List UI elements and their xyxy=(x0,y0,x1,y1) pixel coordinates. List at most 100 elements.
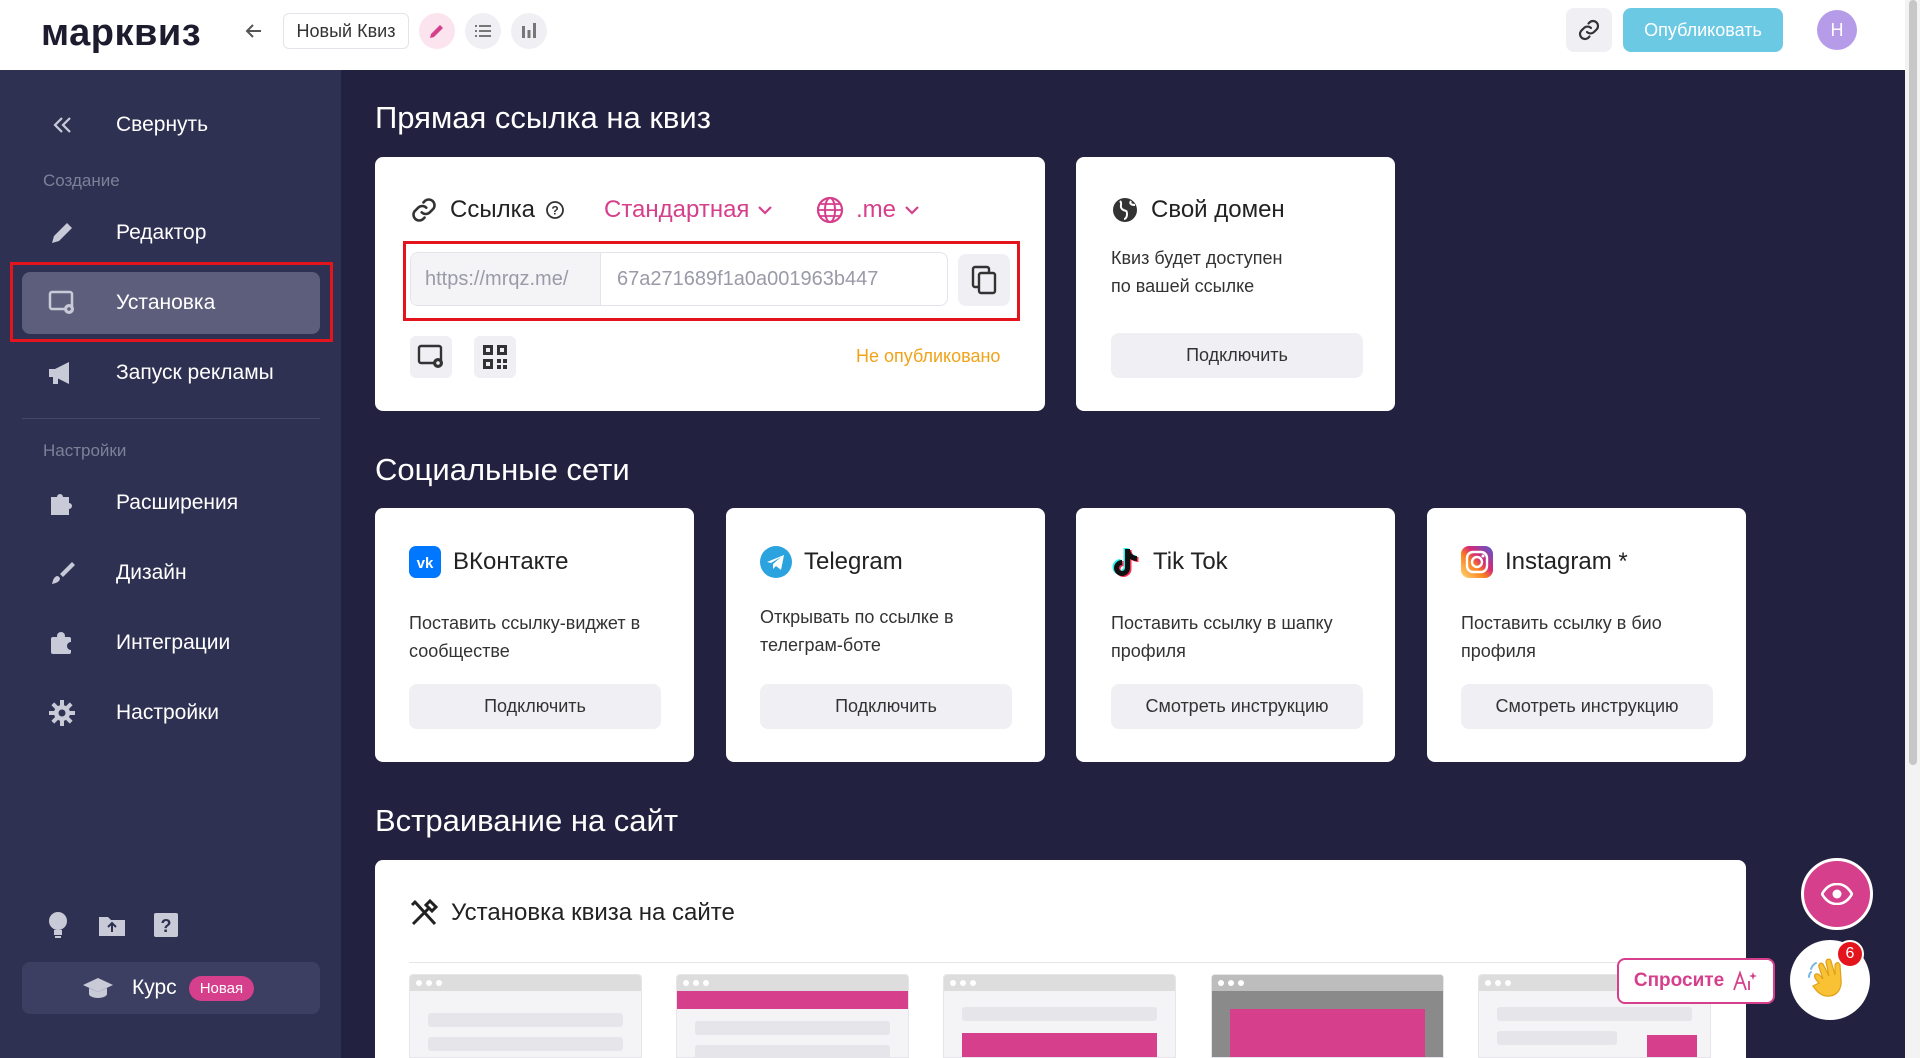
instagram-text-line1: Поставить ссылку в био xyxy=(1461,613,1662,633)
vk-title: vk ВКонтакте xyxy=(409,546,569,578)
embed-heading: Встраивание на сайт xyxy=(375,803,679,838)
eye-icon xyxy=(1821,883,1853,905)
own-domain-text: Квиз будет доступен по вашей ссылке xyxy=(1111,244,1283,300)
qr-code-button[interactable] xyxy=(474,336,516,378)
embed-title-label: Установка квиза на сайте xyxy=(451,899,735,926)
ai-sparkle-icon xyxy=(1732,970,1758,992)
sidebar-item-editor[interactable]: Редактор xyxy=(22,202,320,264)
embed-preview-banner[interactable] xyxy=(676,974,909,1058)
globe-filled-icon xyxy=(1111,196,1139,224)
publish-button[interactable]: Опубликовать xyxy=(1623,8,1783,52)
embed-preview-button[interactable] xyxy=(943,974,1176,1058)
tiktok-instructions-button[interactable]: Смотреть инструкцию xyxy=(1111,684,1363,729)
link-icon[interactable] xyxy=(1566,8,1612,52)
logo[interactable]: марквиз xyxy=(41,12,201,55)
telegram-text: Открывать по ссылке в телеграм-боте xyxy=(760,603,954,659)
megaphone-icon xyxy=(42,360,82,386)
tiktok-title: Tik Tok xyxy=(1111,546,1228,578)
telegram-text-line1: Открывать по ссылке в xyxy=(760,607,954,627)
sidebar-section-create: Создание xyxy=(43,171,120,190)
svg-text:vk: vk xyxy=(417,555,434,572)
sidebar-item-design[interactable]: Дизайн xyxy=(22,542,320,604)
link-title-label: Ссылка xyxy=(450,196,535,223)
highlight-box xyxy=(403,241,1020,321)
vk-connect-button[interactable]: Подключить xyxy=(409,684,661,729)
upload-folder-icon[interactable] xyxy=(97,910,127,940)
puzzle-icon xyxy=(42,489,82,517)
ask-ai-label: Спросите xyxy=(1633,970,1725,991)
tiktok-title-label: Tik Tok xyxy=(1153,548,1228,575)
own-domain-title: Свой домен xyxy=(1111,196,1285,224)
chevron-down-icon xyxy=(904,204,920,216)
own-domain-text-line1: Квиз будет доступен xyxy=(1111,248,1283,268)
instagram-text-line2: профиля xyxy=(1461,641,1536,661)
link-type-label: Стандартная xyxy=(604,196,750,223)
instagram-instructions-button[interactable]: Смотреть инструкцию xyxy=(1461,684,1713,729)
course-label: Курс xyxy=(132,976,177,999)
telegram-connect-button[interactable]: Подключить xyxy=(760,684,1012,729)
vk-icon: vk xyxy=(409,546,441,578)
sidebar-item-ads[interactable]: Запуск рекламы xyxy=(22,342,320,404)
sidebar-collapse[interactable]: Свернуть xyxy=(22,94,320,156)
quiz-title[interactable]: Новый Квиз xyxy=(283,13,409,49)
own-domain-title-label: Свой домен xyxy=(1151,196,1285,223)
svg-text:?: ? xyxy=(161,916,172,936)
chevron-down-icon xyxy=(757,204,773,216)
course-button[interactable]: Курс Новая xyxy=(22,962,320,1014)
ask-ai-button[interactable]: Спросите xyxy=(1617,958,1775,1004)
embed-preview-popup[interactable] xyxy=(1211,974,1444,1058)
qr-code-icon xyxy=(482,344,508,370)
social-heading: Социальные сети xyxy=(375,452,630,487)
tools-icon xyxy=(409,898,439,928)
embed-divider xyxy=(409,962,1712,963)
list-icon[interactable] xyxy=(465,13,501,49)
embed-preview-inline[interactable] xyxy=(409,974,642,1058)
sidebar-item-label: Настройки xyxy=(116,701,219,724)
tiktok-icon xyxy=(1111,546,1141,578)
sidebar-item-label: Расширения xyxy=(116,491,239,514)
publish-status: Не опубликовано xyxy=(856,346,1001,366)
own-domain-text-line2: по вашей ссылке xyxy=(1111,276,1255,296)
sidebar-item-label: Дизайн xyxy=(116,561,187,584)
vk-text-line2: сообществе xyxy=(409,641,510,661)
link-type-dropdown[interactable]: Стандартная xyxy=(604,196,773,224)
vk-text: Поставить ссылку-виджет в сообществе xyxy=(409,609,640,665)
instagram-icon xyxy=(1461,546,1493,578)
lightbulb-icon[interactable] xyxy=(43,910,73,940)
back-arrow-icon[interactable] xyxy=(236,13,272,49)
domain-zone-dropdown[interactable]: .me xyxy=(816,196,920,224)
widget-settings-button[interactable] xyxy=(410,336,452,378)
top-bar: марквиз Новый Квиз Опубликовать Н xyxy=(0,0,1920,70)
avatar[interactable]: Н xyxy=(1817,10,1857,50)
domain-zone-label: .me xyxy=(856,196,897,223)
vk-text-line1: Поставить ссылку-виджет в xyxy=(409,613,641,633)
stats-icon[interactable] xyxy=(511,13,547,49)
sidebar-item-extensions[interactable]: Расширения xyxy=(22,472,320,534)
sidebar-divider xyxy=(22,418,320,419)
help-icon[interactable]: ? xyxy=(151,910,181,940)
pencil-icon xyxy=(42,219,82,247)
notification-badge: 6 xyxy=(1836,940,1864,968)
sidebar-item-settings[interactable]: Настройки xyxy=(22,682,320,744)
new-badge: Новая xyxy=(188,975,255,1001)
vk-title-label: ВКонтакте xyxy=(453,548,569,575)
scrollbar-thumb[interactable] xyxy=(1909,0,1917,765)
preview-eye-button[interactable] xyxy=(1801,858,1873,930)
telegram-title-label: Telegram xyxy=(804,548,903,575)
double-chevron-left-icon xyxy=(42,116,82,134)
brush-icon xyxy=(42,559,82,587)
telegram-text-line2: телеграм-боте xyxy=(760,635,881,655)
help-circle-icon[interactable]: ? xyxy=(545,200,565,220)
connect-domain-button[interactable]: Подключить xyxy=(1111,333,1363,378)
tiktok-text-line1: Поставить ссылку в шапку xyxy=(1111,613,1333,633)
sidebar-collapse-label: Свернуть xyxy=(116,113,209,136)
install-icon xyxy=(417,344,445,370)
embed-title: Установка квиза на сайте xyxy=(409,898,735,928)
sidebar-item-label: Интеграции xyxy=(116,631,231,654)
highlight-box xyxy=(10,262,333,342)
sidebar-item-integrations[interactable]: Интеграции xyxy=(22,612,320,674)
sidebar-item-label: Редактор xyxy=(116,221,207,244)
svg-text:?: ? xyxy=(551,204,558,218)
link-icon xyxy=(410,196,438,224)
edit-pencil-icon[interactable] xyxy=(419,13,455,49)
